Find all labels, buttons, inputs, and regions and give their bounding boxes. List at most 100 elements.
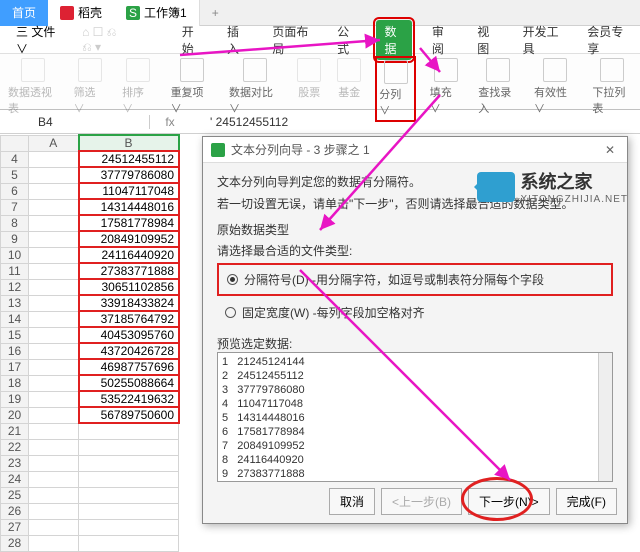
row-header[interactable]: 7 [1,199,29,215]
cell[interactable] [29,167,79,183]
cell[interactable]: 56789750600 [79,407,179,423]
row-header[interactable]: 20 [1,407,29,423]
cell[interactable] [29,407,79,423]
row-header[interactable]: 17 [1,359,29,375]
row-header[interactable]: 4 [1,151,29,167]
cancel-button[interactable]: 取消 [329,488,375,515]
ribbon-下拉列表[interactable]: 下拉列表 [592,58,632,116]
row-header[interactable]: 8 [1,215,29,231]
file-menu[interactable]: 三 文件 ∨ [8,21,68,59]
spreadsheet-grid[interactable]: AB 4 24512455112 5 37779786080 6 11047117048 7 1… [0,134,180,552]
row-header[interactable]: 23 [1,455,29,471]
row-header[interactable]: 9 [1,231,29,247]
cell[interactable] [29,247,79,263]
row-header[interactable]: 19 [1,391,29,407]
row-header[interactable]: 5 [1,167,29,183]
radio-fixed-width[interactable]: 固定宽度(W) -每列字段加空格对齐 [217,300,613,325]
tab-insert[interactable]: 插入 [221,21,252,59]
cell[interactable] [29,535,79,551]
cell[interactable] [29,327,79,343]
cell[interactable] [29,503,79,519]
cell[interactable]: 30651102856 [79,279,179,295]
cell[interactable] [29,423,79,439]
formula-bar[interactable]: ' 24512455112 [190,115,288,129]
row-header[interactable]: 11 [1,263,29,279]
cell[interactable]: 33918433824 [79,295,179,311]
cell[interactable] [29,231,79,247]
cell[interactable] [29,279,79,295]
cell[interactable] [29,359,79,375]
row-header[interactable]: 14 [1,311,29,327]
cell[interactable] [29,487,79,503]
cell[interactable] [29,151,79,167]
tab-pagelayout[interactable]: 页面布局 [266,21,317,59]
tab-formula[interactable]: 公式 [331,21,362,59]
cell[interactable] [79,503,179,519]
row-header[interactable]: 24 [1,471,29,487]
cell[interactable]: 14314448016 [79,199,179,215]
cell[interactable] [29,391,79,407]
finish-button[interactable]: 完成(F) [556,488,617,515]
tab-data[interactable]: 数据 [376,20,411,60]
cell[interactable] [29,263,79,279]
cell[interactable] [29,439,79,455]
name-box[interactable]: B4 [0,115,150,129]
cell[interactable] [29,471,79,487]
cell[interactable]: 37779786080 [79,167,179,183]
cell[interactable]: 27383771888 [79,263,179,279]
cell[interactable]: 11047117048 [79,183,179,199]
col-header-B[interactable]: B [79,135,179,151]
next-button[interactable]: 下一步(N)> [468,488,550,515]
cell[interactable] [29,199,79,215]
row-header[interactable]: 21 [1,423,29,439]
cell[interactable] [79,423,179,439]
cell[interactable] [29,311,79,327]
row-header[interactable]: 10 [1,247,29,263]
cell[interactable] [79,471,179,487]
ribbon-分列[interactable]: 分列 ∨ [377,58,414,120]
ribbon-有效性[interactable]: 有效性 ∨ [534,58,576,116]
cell[interactable]: 43720426728 [79,343,179,359]
radio-delimited[interactable]: 分隔符号(D) -用分隔字符，如逗号或制表符分隔每个字段 [217,263,613,296]
cell[interactable] [29,295,79,311]
row-header[interactable]: 28 [1,535,29,551]
cell[interactable] [29,215,79,231]
cell[interactable] [79,535,179,551]
row-header[interactable]: 25 [1,487,29,503]
cell[interactable]: 50255088664 [79,375,179,391]
row-header[interactable]: 16 [1,343,29,359]
cell[interactable] [79,439,179,455]
cell[interactable]: 40453095760 [79,327,179,343]
scrollbar[interactable] [598,353,612,481]
cell[interactable] [29,183,79,199]
row-header[interactable]: 13 [1,295,29,311]
cell[interactable]: 17581778984 [79,215,179,231]
cell[interactable] [29,343,79,359]
ribbon-查找录入[interactable]: 查找录入 [478,58,518,116]
cell[interactable]: 46987757696 [79,359,179,375]
cell[interactable] [29,375,79,391]
tab-devtools[interactable]: 开发工具 [517,21,568,59]
cell[interactable]: 24116440920 [79,247,179,263]
row-header[interactable]: 22 [1,439,29,455]
col-header-A[interactable]: A [29,135,79,151]
ribbon-填充[interactable]: 填充 ∨ [430,58,463,116]
tab-review[interactable]: 审阅 [426,21,457,59]
tab-view[interactable]: 视图 [471,21,502,59]
row-header[interactable]: 26 [1,503,29,519]
close-icon[interactable]: ✕ [601,143,619,157]
cell[interactable]: 20849109952 [79,231,179,247]
row-header[interactable]: 6 [1,183,29,199]
tab-member[interactable]: 会员专享 [581,21,632,59]
cell[interactable]: 53522419632 [79,391,179,407]
ribbon-重复项[interactable]: 重复项 ∨ [171,58,213,116]
cell[interactable] [79,455,179,471]
row-header[interactable]: 12 [1,279,29,295]
cell[interactable] [29,455,79,471]
cell[interactable]: 24512455112 [79,151,179,167]
row-header[interactable]: 18 [1,375,29,391]
row-header[interactable]: 15 [1,327,29,343]
cell[interactable]: 37185764792 [79,311,179,327]
ribbon-数据对比[interactable]: 数据对比 ∨ [229,58,281,116]
cell[interactable] [79,487,179,503]
